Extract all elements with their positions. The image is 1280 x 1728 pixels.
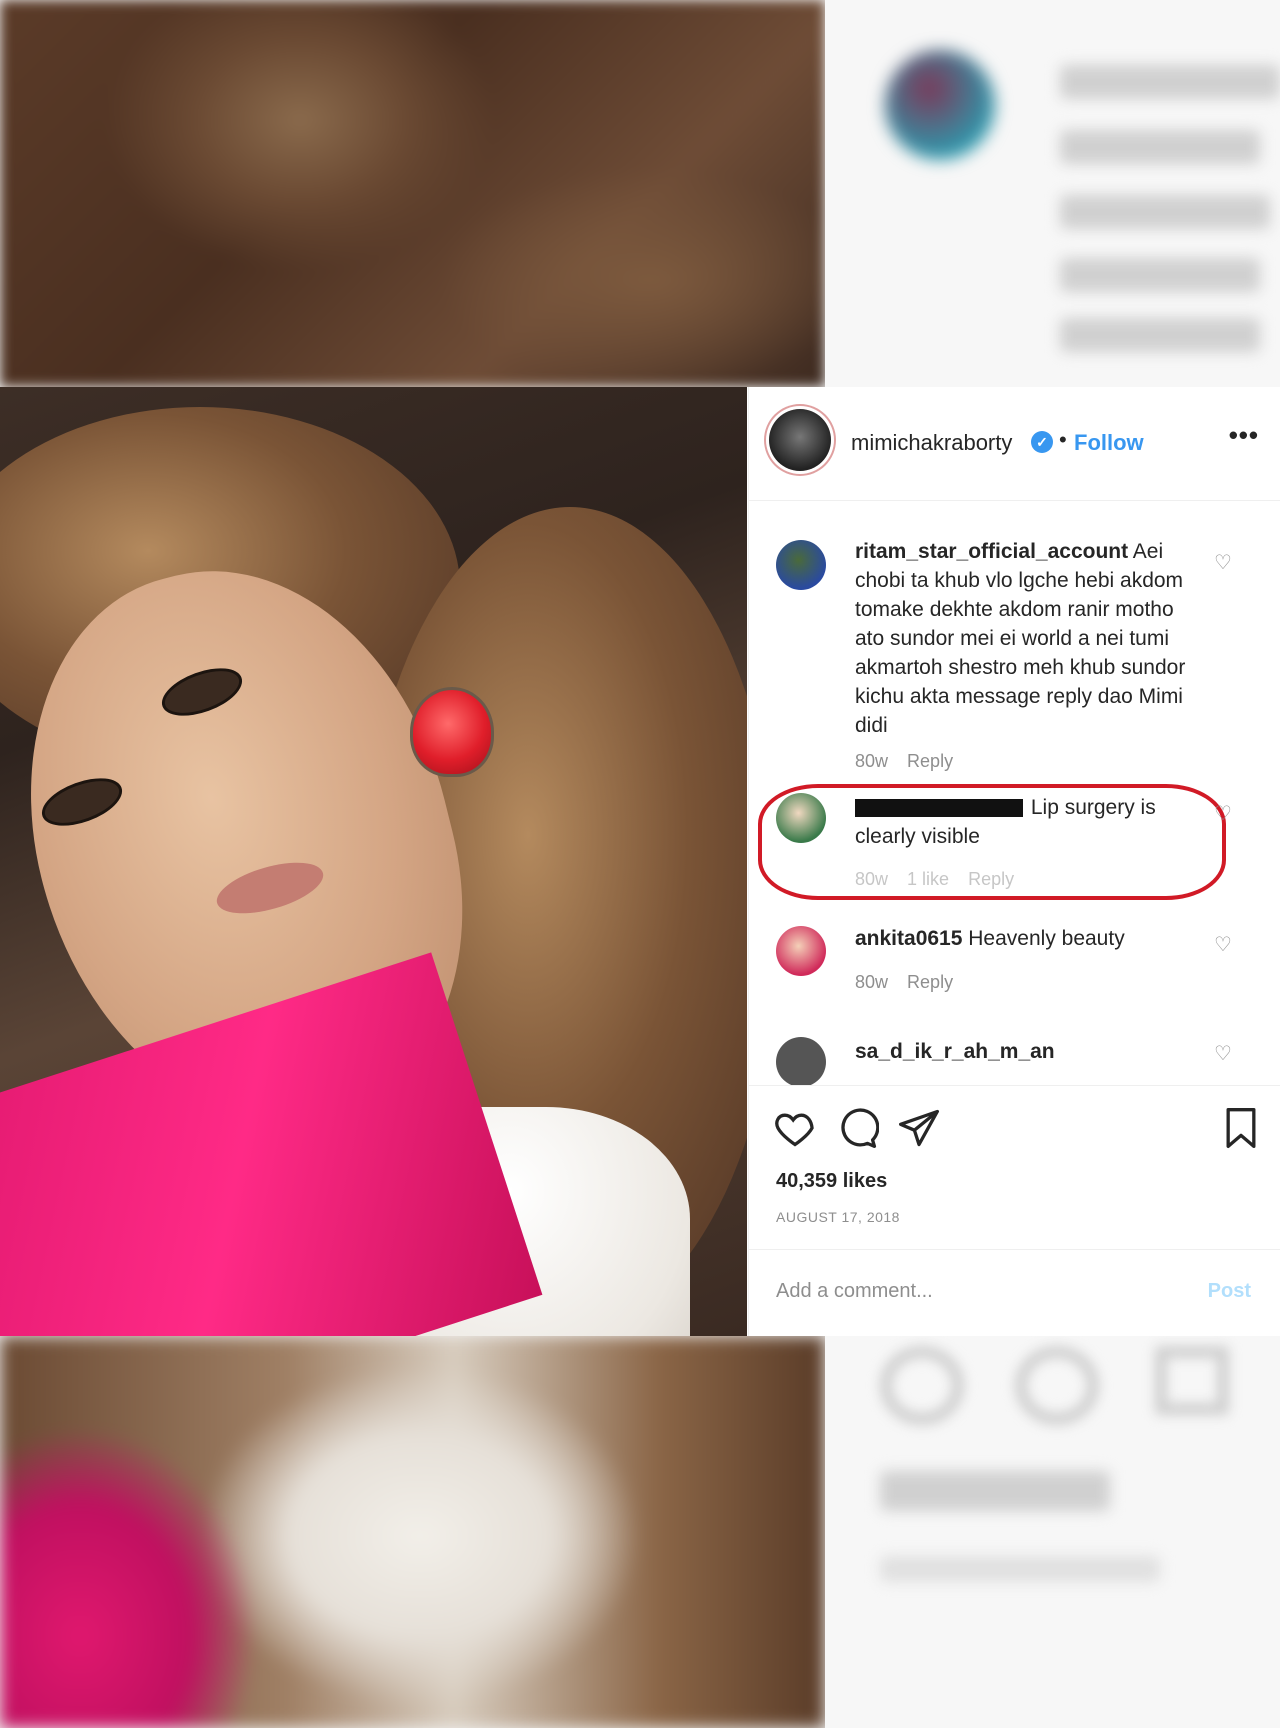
like-comment-heart-icon[interactable]: ♡ bbox=[1214, 932, 1232, 957]
redacted-username bbox=[855, 799, 1023, 818]
blurred-backdrop-top bbox=[0, 0, 1280, 387]
blurred-text-line bbox=[880, 1471, 1110, 1511]
comment-username[interactable]: sa_d_ik_r_ah_m_an bbox=[855, 1040, 1055, 1063]
comment-text: ankita0615 Heavenly beauty bbox=[855, 924, 1195, 953]
blurred-photo-bottom bbox=[0, 1336, 825, 1728]
blurred-text-line bbox=[1060, 195, 1270, 229]
blurred-panel-bottom bbox=[825, 1336, 1280, 1728]
comment-age: 80w bbox=[855, 751, 889, 771]
separator-dot: • bbox=[1059, 427, 1067, 452]
comment-meta: 80w 1 like Reply bbox=[855, 869, 1028, 890]
blurred-panel-top bbox=[825, 0, 1280, 387]
reply-button[interactable]: Reply bbox=[968, 869, 1014, 889]
commenter-avatar[interactable] bbox=[776, 793, 826, 843]
blurred-text-line bbox=[1060, 258, 1260, 292]
commenter-avatar[interactable] bbox=[776, 926, 826, 976]
comment-text: ritam_star_official_account Aei chobi ta… bbox=[855, 537, 1195, 740]
add-comment-row: Add a comment... Post bbox=[749, 1249, 1280, 1338]
reply-button[interactable]: Reply bbox=[907, 751, 953, 771]
comment-username[interactable]: ritam_star_official_account bbox=[855, 540, 1128, 563]
comment-meta: 80w Reply bbox=[855, 751, 967, 772]
blurred-text-line bbox=[1060, 318, 1260, 352]
comment-icon[interactable] bbox=[835, 1106, 879, 1150]
blurred-text-line bbox=[1060, 130, 1260, 164]
earring bbox=[410, 687, 494, 777]
comment-body: Heavenly beauty bbox=[968, 927, 1125, 950]
likes-count[interactable]: 40,359 likes bbox=[776, 1170, 887, 1193]
blurred-heart-icon bbox=[880, 1346, 964, 1425]
add-comment-input[interactable]: Add a comment... bbox=[776, 1280, 933, 1303]
more-options-icon[interactable]: ••• bbox=[1229, 420, 1259, 451]
post-header: mimichakraborty ✓ • Follow ••• bbox=[749, 387, 1280, 501]
like-comment-heart-icon[interactable]: ♡ bbox=[1214, 1041, 1232, 1066]
heart-icon[interactable] bbox=[773, 1106, 817, 1150]
comment-text: sa_d_ik_r_ah_m_an bbox=[855, 1037, 1195, 1066]
post-side-panel: mimichakraborty ✓ • Follow ••• ritam_sta… bbox=[748, 387, 1280, 1336]
author-username[interactable]: mimichakraborty bbox=[851, 430, 1012, 456]
comment-meta: 80w Reply bbox=[855, 972, 967, 993]
blurred-text-line bbox=[1060, 65, 1280, 99]
post-actions: 40,359 likes AUGUST 17, 2018 Add a comme… bbox=[749, 1085, 1280, 1340]
blurred-share-icon bbox=[1155, 1346, 1229, 1415]
reply-button[interactable]: Reply bbox=[907, 972, 953, 992]
comments-list[interactable]: ritam_star_official_account Aei chobi ta… bbox=[749, 500, 1280, 1085]
comment-text: Lip surgery is clearly visible bbox=[855, 793, 1195, 851]
post-photo bbox=[0, 387, 747, 1336]
share-icon[interactable] bbox=[897, 1106, 941, 1150]
blurred-avatar bbox=[885, 50, 995, 160]
like-comment-heart-icon[interactable]: ♡ bbox=[1214, 801, 1232, 826]
follow-button[interactable]: Follow bbox=[1074, 430, 1144, 456]
blurred-text-line bbox=[880, 1556, 1160, 1582]
comment-age: 80w bbox=[855, 972, 889, 992]
commenter-avatar[interactable] bbox=[776, 1037, 826, 1085]
commenter-avatar[interactable] bbox=[776, 540, 826, 590]
instagram-post: mimichakraborty ✓ • Follow ••• ritam_sta… bbox=[0, 387, 1280, 1336]
post-comment-button[interactable]: Post bbox=[1208, 1280, 1251, 1303]
comment-age: 80w bbox=[855, 869, 889, 889]
comment-body: Aei chobi ta khub vlo lgche hebi akdom t… bbox=[855, 540, 1186, 737]
blurred-photo-top bbox=[0, 0, 825, 387]
blurred-backdrop-bottom bbox=[0, 1336, 1280, 1728]
post-date: AUGUST 17, 2018 bbox=[776, 1209, 900, 1225]
comment-likes[interactable]: 1 like bbox=[907, 869, 949, 889]
like-comment-heart-icon[interactable]: ♡ bbox=[1214, 550, 1232, 575]
comment-username[interactable]: ankita0615 bbox=[855, 927, 962, 950]
bookmark-icon[interactable] bbox=[1219, 1106, 1263, 1150]
author-avatar[interactable] bbox=[769, 409, 831, 471]
verified-icon: ✓ bbox=[1031, 431, 1053, 453]
blurred-comment-icon bbox=[1015, 1346, 1099, 1425]
